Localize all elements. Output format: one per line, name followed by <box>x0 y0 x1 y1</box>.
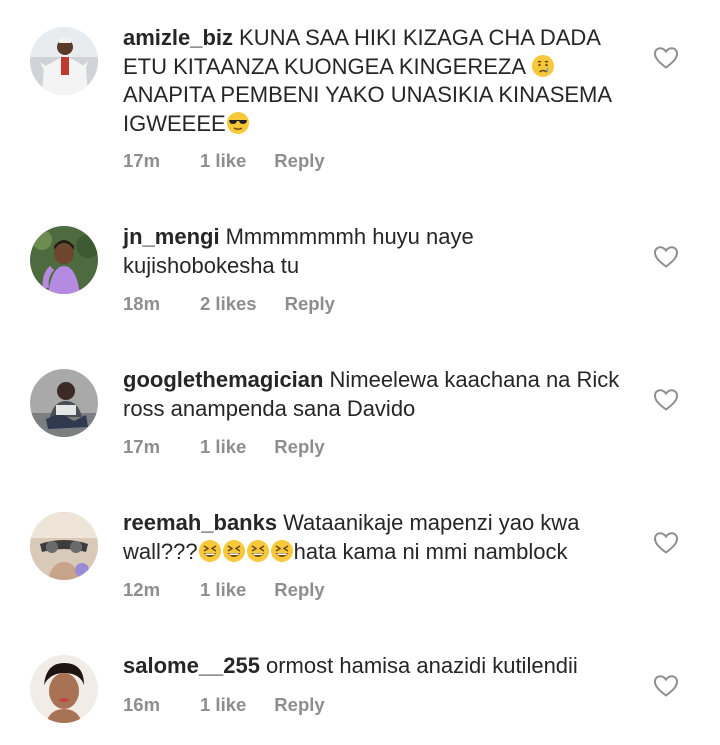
heart-icon[interactable] <box>653 674 679 698</box>
crying-face-icon <box>531 54 554 77</box>
comment-time: 18m <box>123 293 161 314</box>
comment-username[interactable]: reemah_banks <box>123 510 277 535</box>
reply-button[interactable]: Reply <box>274 150 324 172</box>
comment-text: jn_mengi Mmmmmmmh huyu naye kujishobokesh… <box>123 223 628 280</box>
comment-text: salome__255 ormost hamisa anazidi kutilen… <box>123 652 628 681</box>
comment-meta: 12m 1 like Reply <box>123 579 325 601</box>
heart-icon[interactable] <box>653 531 679 555</box>
avatar-photo <box>30 512 98 580</box>
comment-likes[interactable]: 1 like <box>200 579 246 601</box>
reply-button[interactable]: Reply <box>274 694 324 716</box>
grinning-squinting-face-icon <box>198 539 221 562</box>
comment-username[interactable]: jn_mengi <box>123 224 220 249</box>
avatar[interactable] <box>30 27 98 95</box>
avatar-photo <box>30 27 98 95</box>
comment-likes[interactable]: 1 like <box>200 150 246 172</box>
heart-icon[interactable] <box>653 245 679 269</box>
comment-username[interactable]: amizle_biz <box>123 25 233 50</box>
avatar[interactable] <box>30 226 98 294</box>
grinning-squinting-face-icon <box>246 539 269 562</box>
comment-text: amizle_biz KUNA SAA HIKI KIZAGA CHA DADA … <box>123 24 628 138</box>
comment-meta: 17m 1 like Reply <box>123 150 325 172</box>
comment-likes[interactable]: 2 likes <box>200 293 257 315</box>
comment-username[interactable]: salome__255 <box>123 653 260 678</box>
comment-body: ormost hamisa anazidi kutilendii <box>266 653 578 678</box>
comment-time: 17m <box>123 150 161 171</box>
reply-button[interactable]: Reply <box>285 293 335 315</box>
sunglasses-face-icon <box>226 111 249 134</box>
comment-meta: 18m 2 likes Reply <box>123 293 335 315</box>
comment-body: hata kama ni mmi namblock <box>293 538 568 564</box>
grinning-squinting-face-icon <box>270 539 293 562</box>
avatar[interactable] <box>30 369 98 437</box>
avatar[interactable] <box>30 655 98 723</box>
heart-icon[interactable] <box>653 388 679 412</box>
comment-time: 16m <box>123 694 161 715</box>
reply-button[interactable]: Reply <box>274 436 324 458</box>
comment-username[interactable]: googlethemagician <box>123 367 323 392</box>
heart-icon[interactable] <box>653 46 679 70</box>
avatar-photo <box>30 226 98 294</box>
comment-time: 12m <box>123 579 161 600</box>
comment-likes[interactable]: 1 like <box>200 436 246 458</box>
comment-time: 17m <box>123 436 161 457</box>
comment-meta: 16m 1 like Reply <box>123 694 325 716</box>
avatar-photo <box>30 369 98 437</box>
avatar-photo <box>30 655 98 723</box>
comment-text: googlethemagician Nimeelewa kaachana na R… <box>123 366 628 423</box>
grinning-squinting-face-icon <box>222 539 245 562</box>
avatar[interactable] <box>30 512 98 580</box>
reply-button[interactable]: Reply <box>274 579 324 601</box>
comment-text: reemah_banks Wataanikaje mapenzi yao kwa … <box>123 509 628 566</box>
comment-meta: 17m 1 like Reply <box>123 436 325 458</box>
comment-body: ANAPITA PEMBENI YAKO UNASIKIA KINASEMA I… <box>123 82 611 136</box>
comment-likes[interactable]: 1 like <box>200 694 246 716</box>
